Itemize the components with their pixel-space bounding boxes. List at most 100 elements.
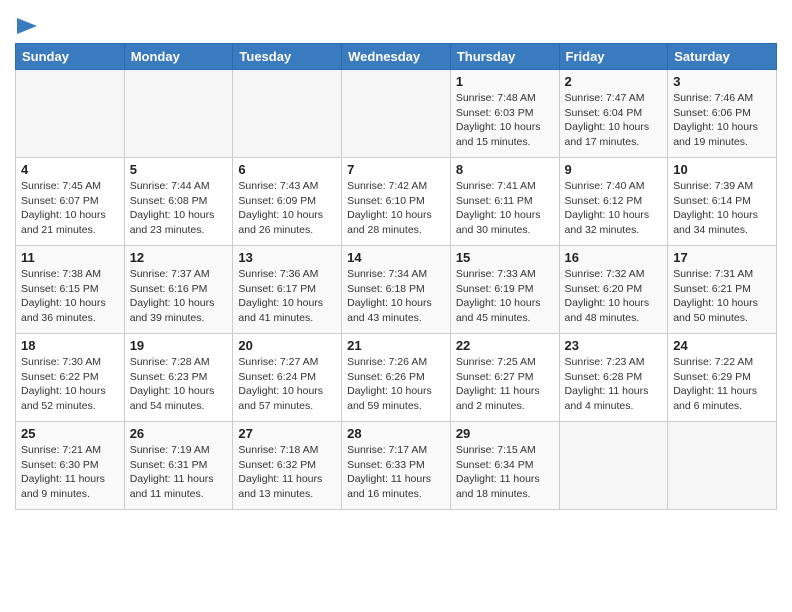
day-number: 16 (565, 250, 663, 265)
day-cell: 22 Sunrise: 7:25 AM Sunset: 6:27 PM Dayli… (450, 334, 559, 422)
day-number: 22 (456, 338, 554, 353)
calendar-page: SundayMondayTuesdayWednesdayThursdayFrid… (0, 0, 792, 525)
day-info: Sunrise: 7:22 AM Sunset: 6:29 PM Dayligh… (673, 355, 771, 414)
day-info: Sunrise: 7:34 AM Sunset: 6:18 PM Dayligh… (347, 267, 445, 326)
day-cell: 16Sunrise: 7:32 AM Sunset: 6:20 PM Dayli… (559, 246, 668, 334)
day-info: Sunrise: 7:19 AM Sunset: 6:31 PM Dayligh… (130, 443, 228, 502)
day-number: 26 (130, 426, 228, 441)
day-info: Sunrise: 7:30 AM Sunset: 6:22 PM Dayligh… (21, 355, 119, 414)
header-cell-tuesday: Tuesday (233, 44, 342, 70)
day-number: 18 (21, 338, 119, 353)
day-info: Sunrise: 7:26 AM Sunset: 6:26 PM Dayligh… (347, 355, 445, 414)
header-area (15, 10, 777, 35)
day-number: 9 (565, 162, 663, 177)
day-number: 17 (673, 250, 771, 265)
day-info: Sunrise: 7:46 AM Sunset: 6:06 PM Dayligh… (673, 91, 771, 150)
week-row-4: 25 Sunrise: 7:21 AM Sunset: 6:30 PM Dayli… (16, 422, 777, 510)
day-cell (559, 422, 668, 510)
day-number: 15 (456, 250, 554, 265)
day-number: 4 (21, 162, 119, 177)
day-info: Sunrise: 7:40 AM Sunset: 6:12 PM Dayligh… (565, 179, 663, 238)
day-info: Sunrise: 7:17 AM Sunset: 6:33 PM Dayligh… (347, 443, 445, 502)
day-number: 7 (347, 162, 445, 177)
day-cell: 21Sunrise: 7:26 AM Sunset: 6:26 PM Dayli… (342, 334, 451, 422)
day-info: Sunrise: 7:48 AM Sunset: 6:03 PM Dayligh… (456, 91, 554, 150)
day-cell: 12Sunrise: 7:37 AM Sunset: 6:16 PM Dayli… (124, 246, 233, 334)
day-cell (342, 70, 451, 158)
day-number: 19 (130, 338, 228, 353)
header-cell-saturday: Saturday (668, 44, 777, 70)
day-info: Sunrise: 7:47 AM Sunset: 6:04 PM Dayligh… (565, 91, 663, 150)
week-row-1: 4 Sunrise: 7:45 AM Sunset: 6:07 PM Daylig… (16, 158, 777, 246)
header-cell-sunday: Sunday (16, 44, 125, 70)
day-info: Sunrise: 7:31 AM Sunset: 6:21 PM Dayligh… (673, 267, 771, 326)
day-cell: 18 Sunrise: 7:30 AM Sunset: 6:22 PM Dayli… (16, 334, 125, 422)
day-number: 23 (565, 338, 663, 353)
day-number: 24 (673, 338, 771, 353)
day-cell: 28 Sunrise: 7:17 AM Sunset: 6:33 PM Dayli… (342, 422, 451, 510)
logo (15, 10, 37, 35)
day-info: Sunrise: 7:21 AM Sunset: 6:30 PM Dayligh… (21, 443, 119, 502)
day-number: 28 (347, 426, 445, 441)
day-cell: 23 Sunrise: 7:23 AM Sunset: 6:28 PM Dayli… (559, 334, 668, 422)
week-row-3: 18 Sunrise: 7:30 AM Sunset: 6:22 PM Dayli… (16, 334, 777, 422)
day-cell: 2Sunrise: 7:47 AM Sunset: 6:04 PM Daylig… (559, 70, 668, 158)
calendar-body: 1 Sunrise: 7:48 AM Sunset: 6:03 PM Daylig… (16, 70, 777, 510)
day-number: 6 (238, 162, 336, 177)
calendar-header: SundayMondayTuesdayWednesdayThursdayFrid… (16, 44, 777, 70)
day-info: Sunrise: 7:28 AM Sunset: 6:23 PM Dayligh… (130, 355, 228, 414)
day-cell: 24 Sunrise: 7:22 AM Sunset: 6:29 PM Dayli… (668, 334, 777, 422)
day-cell (233, 70, 342, 158)
day-info: Sunrise: 7:23 AM Sunset: 6:28 PM Dayligh… (565, 355, 663, 414)
day-cell: 9 Sunrise: 7:40 AM Sunset: 6:12 PM Daylig… (559, 158, 668, 246)
day-number: 8 (456, 162, 554, 177)
day-cell (16, 70, 125, 158)
day-number: 20 (238, 338, 336, 353)
day-number: 25 (21, 426, 119, 441)
day-cell: 8Sunrise: 7:41 AM Sunset: 6:11 PM Daylig… (450, 158, 559, 246)
day-info: Sunrise: 7:37 AM Sunset: 6:16 PM Dayligh… (130, 267, 228, 326)
day-info: Sunrise: 7:18 AM Sunset: 6:32 PM Dayligh… (238, 443, 336, 502)
header-row: SundayMondayTuesdayWednesdayThursdayFrid… (16, 44, 777, 70)
day-cell: 4 Sunrise: 7:45 AM Sunset: 6:07 PM Daylig… (16, 158, 125, 246)
day-cell: 1 Sunrise: 7:48 AM Sunset: 6:03 PM Daylig… (450, 70, 559, 158)
day-cell: 14Sunrise: 7:34 AM Sunset: 6:18 PM Dayli… (342, 246, 451, 334)
day-number: 10 (673, 162, 771, 177)
day-info: Sunrise: 7:25 AM Sunset: 6:27 PM Dayligh… (456, 355, 554, 414)
day-cell: 27Sunrise: 7:18 AM Sunset: 6:32 PM Dayli… (233, 422, 342, 510)
header-cell-wednesday: Wednesday (342, 44, 451, 70)
week-row-2: 11 Sunrise: 7:38 AM Sunset: 6:15 PM Dayli… (16, 246, 777, 334)
day-cell: 26 Sunrise: 7:19 AM Sunset: 6:31 PM Dayli… (124, 422, 233, 510)
day-cell (124, 70, 233, 158)
day-info: Sunrise: 7:42 AM Sunset: 6:10 PM Dayligh… (347, 179, 445, 238)
day-cell: 25 Sunrise: 7:21 AM Sunset: 6:30 PM Dayli… (16, 422, 125, 510)
day-info: Sunrise: 7:39 AM Sunset: 6:14 PM Dayligh… (673, 179, 771, 238)
day-cell: 13 Sunrise: 7:36 AM Sunset: 6:17 PM Dayli… (233, 246, 342, 334)
day-cell: 17 Sunrise: 7:31 AM Sunset: 6:21 PM Dayli… (668, 246, 777, 334)
day-cell: 5 Sunrise: 7:44 AM Sunset: 6:08 PM Daylig… (124, 158, 233, 246)
day-number: 29 (456, 426, 554, 441)
day-cell: 3 Sunrise: 7:46 AM Sunset: 6:06 PM Daylig… (668, 70, 777, 158)
header-cell-friday: Friday (559, 44, 668, 70)
day-number: 5 (130, 162, 228, 177)
header-cell-monday: Monday (124, 44, 233, 70)
day-cell: 7 Sunrise: 7:42 AM Sunset: 6:10 PM Daylig… (342, 158, 451, 246)
day-number: 13 (238, 250, 336, 265)
day-info: Sunrise: 7:43 AM Sunset: 6:09 PM Dayligh… (238, 179, 336, 238)
day-info: Sunrise: 7:33 AM Sunset: 6:19 PM Dayligh… (456, 267, 554, 326)
week-row-0: 1 Sunrise: 7:48 AM Sunset: 6:03 PM Daylig… (16, 70, 777, 158)
day-info: Sunrise: 7:27 AM Sunset: 6:24 PM Dayligh… (238, 355, 336, 414)
day-number: 3 (673, 74, 771, 89)
day-cell: 20 Sunrise: 7:27 AM Sunset: 6:24 PM Dayli… (233, 334, 342, 422)
day-cell (668, 422, 777, 510)
day-info: Sunrise: 7:44 AM Sunset: 6:08 PM Dayligh… (130, 179, 228, 238)
day-cell: 11 Sunrise: 7:38 AM Sunset: 6:15 PM Dayli… (16, 246, 125, 334)
day-info: Sunrise: 7:15 AM Sunset: 6:34 PM Dayligh… (456, 443, 554, 502)
day-info: Sunrise: 7:36 AM Sunset: 6:17 PM Dayligh… (238, 267, 336, 326)
calendar-table: SundayMondayTuesdayWednesdayThursdayFrid… (15, 43, 777, 510)
day-cell: 10 Sunrise: 7:39 AM Sunset: 6:14 PM Dayli… (668, 158, 777, 246)
day-number: 1 (456, 74, 554, 89)
day-number: 11 (21, 250, 119, 265)
day-info: Sunrise: 7:38 AM Sunset: 6:15 PM Dayligh… (21, 267, 119, 326)
day-info: Sunrise: 7:45 AM Sunset: 6:07 PM Dayligh… (21, 179, 119, 238)
